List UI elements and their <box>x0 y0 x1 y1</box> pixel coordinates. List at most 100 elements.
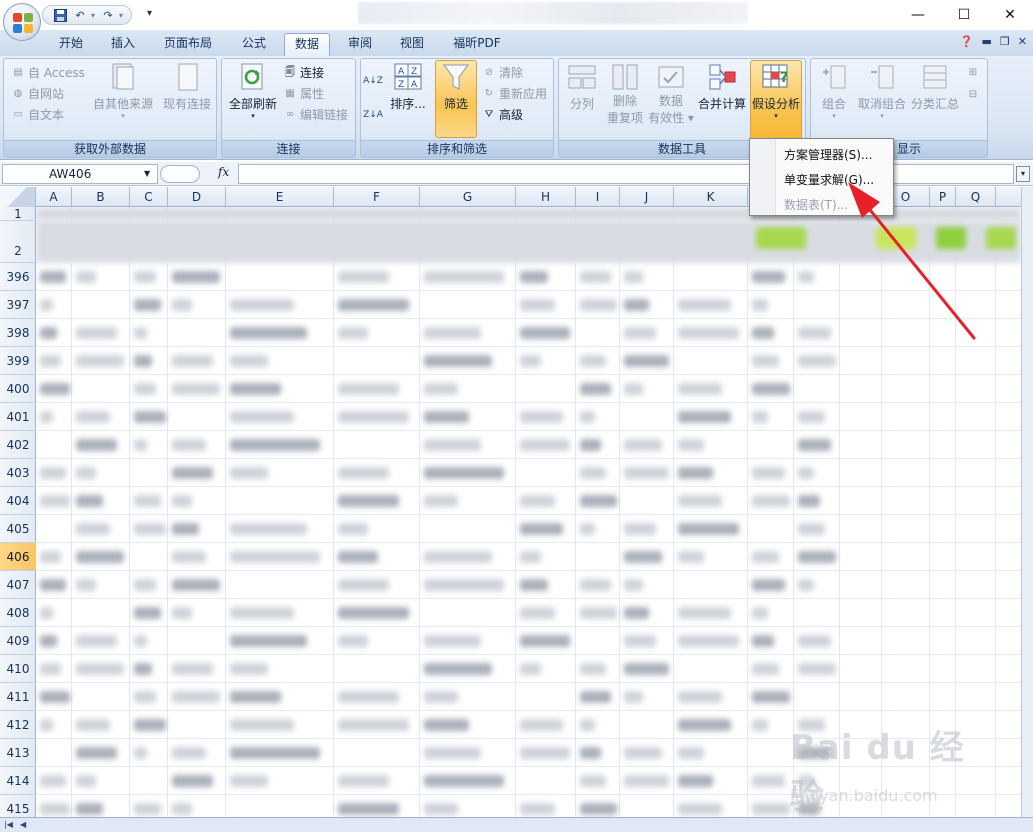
redo-dropdown-icon[interactable]: ▾ <box>119 11 125 20</box>
data-validation-button[interactable]: 数据 有效性 ▾ <box>647 61 695 127</box>
row-header-411[interactable]: 411 <box>0 683 36 711</box>
remove-duplicates-button[interactable]: 删除 重复项 <box>603 61 647 127</box>
table-cell <box>678 775 713 787</box>
sort-descending-button[interactable]: Z↓A <box>363 105 383 125</box>
column-header-c[interactable]: C <box>130 187 168 207</box>
ribbon-restore-icon[interactable]: ❐ <box>1000 35 1010 48</box>
from-other-sources-button[interactable]: 自其他来源 ▾ <box>90 61 156 120</box>
redo-icon[interactable]: ↷ <box>99 7 117 23</box>
row-header-399[interactable]: 399 <box>0 347 36 375</box>
tab-data[interactable]: 数据 <box>284 33 330 56</box>
row-header-2[interactable]: 2 <box>0 221 36 263</box>
advanced-filter-button[interactable]: ⛛ 高级 <box>481 105 523 125</box>
sort-ascending-button[interactable]: A↓Z <box>363 71 383 91</box>
row-header-408[interactable]: 408 <box>0 599 36 627</box>
column-header-h[interactable]: H <box>516 187 576 207</box>
filter-button[interactable]: 筛选 <box>435 60 477 138</box>
column-header-f[interactable]: F <box>334 187 420 207</box>
name-box-dropdown-icon[interactable]: ▼ <box>144 169 150 178</box>
column-header-i[interactable]: I <box>576 187 620 207</box>
row-header-414[interactable]: 414 <box>0 767 36 795</box>
subtotal-button[interactable]: 分类汇总 <box>909 61 961 112</box>
from-text-button[interactable]: ▭ 自文本 <box>10 105 64 125</box>
help-icon[interactable]: ❓ <box>960 35 974 48</box>
refresh-all-button[interactable]: 全部刷新 ▾ <box>224 61 282 120</box>
name-box[interactable]: AW406 <box>2 164 158 184</box>
row-header-413[interactable]: 413 <box>0 739 36 767</box>
column-header-g[interactable]: G <box>420 187 516 207</box>
row-header-1[interactable]: 1 <box>0 207 36 221</box>
table-cell <box>424 719 470 731</box>
sort-button[interactable]: AZZA 排序... <box>387 61 429 112</box>
tab-view[interactable]: 视图 <box>390 33 434 56</box>
menu-item-scenario-manager[interactable]: 方案管理器(S)... <box>784 146 872 163</box>
undo-icon[interactable]: ↶ <box>71 7 89 23</box>
expand-formula-bar-icon[interactable]: ▾ <box>1016 166 1030 182</box>
column-header-b[interactable]: B <box>72 187 130 207</box>
connections-button[interactable]: 🗐 连接 <box>282 63 324 83</box>
tab-page-layout[interactable]: 页面布局 <box>155 33 221 56</box>
connections-label: 连接 <box>300 66 325 80</box>
row-header-406[interactable]: 406 <box>0 543 36 571</box>
row-header-409[interactable]: 409 <box>0 627 36 655</box>
tab-insert[interactable]: 插入 <box>102 33 144 56</box>
properties-button[interactable]: ▦ 属性 <box>282 84 324 104</box>
ribbon-close-icon[interactable]: ✕ <box>1018 35 1027 48</box>
undo-dropdown-icon[interactable]: ▾ <box>91 11 97 20</box>
row-header-405[interactable]: 405 <box>0 515 36 543</box>
minimize-button[interactable]: — <box>895 0 941 30</box>
table-cell <box>752 467 785 479</box>
row-header-401[interactable]: 401 <box>0 403 36 431</box>
close-button[interactable]: ✕ <box>987 0 1033 30</box>
reapply-button[interactable]: ↻ 重新应用 <box>481 84 547 104</box>
row-header-400[interactable]: 400 <box>0 375 36 403</box>
maximize-button[interactable]: ☐ <box>941 0 987 30</box>
menu-item-data-table[interactable]: 数据表(T)... <box>784 196 848 213</box>
column-header-k[interactable]: K <box>674 187 748 207</box>
tab-home[interactable]: 开始 <box>50 33 92 56</box>
row-header-402[interactable]: 402 <box>0 431 36 459</box>
vertical-scrollbar[interactable] <box>1021 187 1033 817</box>
row-header-412[interactable]: 412 <box>0 711 36 739</box>
watermark-url: jingyan.baidu.com <box>790 786 938 805</box>
table-cell <box>580 719 596 731</box>
customize-qat-icon[interactable]: ▾ <box>147 8 152 19</box>
column-header-d[interactable]: D <box>168 187 226 207</box>
from-web-button[interactable]: ◍ 自网站 <box>10 84 64 104</box>
row-header-403[interactable]: 403 <box>0 459 36 487</box>
table-cell <box>76 719 111 731</box>
group-button[interactable]: 组合 ▾ <box>815 61 853 120</box>
previous-sheet-icon[interactable]: ◀ <box>20 820 26 829</box>
ungroup-button[interactable]: 取消组合 ▾ <box>855 61 909 120</box>
save-icon[interactable] <box>51 7 69 23</box>
row-header-397[interactable]: 397 <box>0 291 36 319</box>
row-header-404[interactable]: 404 <box>0 487 36 515</box>
show-detail-button[interactable]: ⊞ <box>965 63 981 83</box>
edit-links-button[interactable]: ∞ 编辑链接 <box>282 105 348 125</box>
ribbon-minimize-icon[interactable]: ▬ <box>982 35 992 48</box>
tab-foxit-pdf[interactable]: 福昕PDF <box>444 33 510 56</box>
table-cell <box>172 271 221 283</box>
subtotal-label: 分类汇总 <box>910 97 959 111</box>
existing-connections-button[interactable]: 现有连接 <box>160 61 214 112</box>
table-cell <box>76 467 97 479</box>
office-button[interactable] <box>3 3 41 41</box>
clear-filter-button[interactable]: ⊘ 清除 <box>481 63 523 83</box>
consolidate-button[interactable]: 合并计算 <box>695 61 749 112</box>
from-access-button[interactable]: ▤ 自 Access <box>10 63 85 83</box>
tab-review[interactable]: 审阅 <box>338 33 382 56</box>
what-if-analysis-button[interactable]: ? 假设分析 ▾ <box>750 60 802 140</box>
row-header-407[interactable]: 407 <box>0 571 36 599</box>
row-header-410[interactable]: 410 <box>0 655 36 683</box>
column-header-a[interactable]: A <box>36 187 72 207</box>
tab-formulas[interactable]: 公式 <box>232 33 276 56</box>
hide-detail-button[interactable]: ⊟ <box>965 85 981 105</box>
first-sheet-icon[interactable]: |◀ <box>4 820 13 829</box>
insert-function-button[interactable]: fx <box>218 165 229 179</box>
row-header-396[interactable]: 396 <box>0 263 36 291</box>
column-header-e[interactable]: E <box>226 187 334 207</box>
text-to-columns-button[interactable]: 分列 <box>563 61 601 112</box>
column-header-j[interactable]: J <box>620 187 674 207</box>
row-header-398[interactable]: 398 <box>0 319 36 347</box>
select-all-corner[interactable] <box>0 187 36 207</box>
